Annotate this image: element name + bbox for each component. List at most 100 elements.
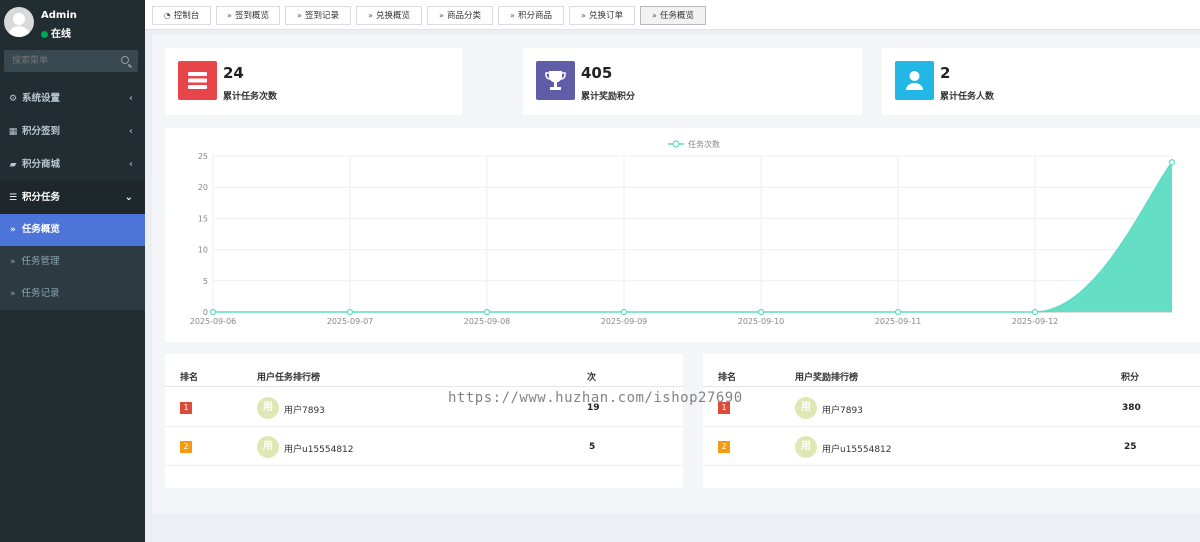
tab-label: 签到概览	[234, 11, 269, 21]
tab-task-overview[interactable]: » 任务概览	[640, 6, 706, 25]
y-tick-label: 15	[198, 214, 208, 223]
table-row: 2 用 用户u15554812 25	[703, 428, 1200, 466]
menu-search	[4, 50, 138, 72]
rank-user: 用户7893	[822, 406, 863, 416]
tab-label: 签到记录	[304, 11, 339, 21]
rank-badge: 2	[718, 441, 730, 453]
tab-label: 兑换概览	[375, 11, 410, 21]
tab-label: 兑换订单	[588, 11, 623, 21]
chevron-left-icon: ‹	[128, 126, 133, 137]
avatar: 用	[257, 397, 279, 419]
data-point	[483, 308, 491, 316]
angle-double-right-icon: »	[10, 257, 16, 267]
stat-value: 405	[581, 64, 613, 82]
stat-value: 2	[940, 64, 951, 82]
series-line	[213, 161, 1173, 313]
col-rank: 排名	[718, 373, 737, 383]
dashboard-icon: ◔	[163, 11, 171, 20]
angle-double-right-icon: »	[439, 11, 444, 20]
rank-user: 用户u15554812	[284, 445, 354, 455]
avatar: 用	[795, 397, 817, 419]
shop-icon: ▰	[9, 160, 17, 170]
tab-checkin-records[interactable]: » 签到记录	[285, 6, 351, 25]
menu-item-points-tasks[interactable]: ☰ 积分任务 ⌄	[0, 181, 145, 214]
user-panel: Admin 在线	[0, 0, 145, 44]
data-point	[346, 308, 354, 316]
angle-double-right-icon: »	[652, 11, 657, 20]
tab-exchange-orders[interactable]: » 兑换订单	[569, 6, 635, 25]
menu-item-label: 积分商城	[22, 159, 61, 170]
chart-svg: 0 5 10 15 20 25 2025-09-06 2025-09-07 2025-09-08…	[190, 139, 1176, 326]
user-status: 在线	[41, 25, 71, 40]
tab-label: 积分商品	[517, 11, 552, 21]
user-name: Admin	[41, 10, 77, 21]
avatar: 用	[795, 436, 817, 458]
tab-bar: ◔ 控制台 » 签到概览 » 签到记录 » 兑换概览 » 商品分类 » 积分商品 » 兑换订单…	[145, 0, 1200, 30]
submenu-item-label: 任务概览	[21, 224, 60, 235]
col-value: 积分	[1121, 373, 1140, 383]
watermark: https://www.huzhan.com/ishop27690	[448, 390, 743, 406]
table-row: 1 用 用户7893 380	[703, 389, 1200, 427]
legend-label: 任务次数	[688, 139, 720, 149]
rank-badge: 2	[180, 441, 192, 453]
angle-double-right-icon: »	[368, 11, 373, 20]
data-point	[1031, 308, 1039, 316]
menu-item-system-settings[interactable]: ⚙ 系统设置 ‹	[0, 82, 145, 115]
tasks-icon: ☰	[8, 193, 18, 203]
avatar[interactable]	[4, 7, 34, 37]
online-dot-icon	[41, 31, 48, 38]
menu-search-input[interactable]	[4, 50, 114, 72]
rank-value: 380	[1122, 403, 1141, 413]
x-tick-label: 2025-09-11	[875, 317, 922, 326]
y-tick-label: 25	[198, 152, 208, 161]
menu-item-points-checkin[interactable]: ▦ 积分签到 ‹	[0, 115, 145, 148]
x-tick-label: 2025-09-12	[1012, 317, 1059, 326]
col-rank: 排名	[180, 373, 199, 383]
tab-product-category[interactable]: » 商品分类	[427, 6, 493, 25]
col-value: 次	[587, 373, 597, 383]
tab-points-products[interactable]: » 积分商品	[498, 6, 564, 25]
stat-card-task-count: 24 累计任务次数	[165, 48, 462, 115]
menu-item-label: 系统设置	[22, 93, 61, 104]
angle-double-right-icon: »	[10, 225, 16, 235]
tab-exchange-overview[interactable]: » 兑换概览	[356, 6, 422, 25]
submenu-item-task-records[interactable]: » 任务记录	[0, 278, 145, 310]
submenu-item-task-overview[interactable]: » 任务概览	[0, 214, 145, 246]
angle-double-right-icon: »	[510, 11, 515, 20]
search-icon[interactable]	[121, 56, 129, 64]
submenu-item-task-management[interactable]: » 任务管理	[0, 246, 145, 278]
rank-user: 用户7893	[284, 406, 325, 416]
data-point	[757, 308, 765, 316]
angle-double-right-icon: »	[581, 11, 586, 20]
stat-label: 累计任务次数	[223, 92, 278, 102]
data-point	[1168, 159, 1176, 166]
chevron-left-icon: ‹	[128, 159, 133, 170]
chevron-left-icon: ‹	[128, 93, 133, 104]
tab-label: 商品分类	[446, 11, 481, 21]
angle-double-right-icon: »	[227, 11, 232, 20]
task-rank-table: 排名 用户任务排行榜 次 1 用 用户7893 19 2 用 用户u155548…	[165, 354, 683, 488]
rank-user: 用户u15554812	[822, 445, 892, 455]
col-user: 用户任务排行榜	[257, 373, 321, 383]
rank-value: 25	[1124, 442, 1137, 452]
tab-dashboard[interactable]: ◔ 控制台	[152, 6, 211, 25]
sidebar-menu: ⚙ 系统设置 ‹ ▦ 积分签到 ‹ ▰ 积分商城 ‹ ☰ 积分任务 ⌄ » 任务概览 » 任…	[0, 82, 145, 310]
col-user: 用户奖励排行榜	[795, 373, 859, 383]
x-tick-label: 2025-09-06	[190, 317, 237, 326]
menu-item-points-mall[interactable]: ▰ 积分商城 ‹	[0, 148, 145, 181]
x-tick-label: 2025-09-08	[464, 317, 511, 326]
menu-item-label: 积分任务	[22, 192, 61, 203]
tab-label: 控制台	[173, 11, 200, 21]
table-header: 排名 用户奖励排行榜 积分	[703, 354, 1200, 387]
y-tick-label: 5	[203, 277, 208, 286]
stat-label: 累计奖励积分	[581, 92, 636, 102]
angle-double-right-icon: »	[297, 11, 302, 20]
gears-icon: ⚙	[8, 94, 18, 104]
menu-item-label: 积分签到	[22, 126, 61, 137]
legend-marker	[672, 140, 680, 148]
data-point	[209, 308, 217, 316]
data-point	[894, 308, 902, 316]
submenu-item-label: 任务管理	[21, 256, 60, 267]
y-tick-label: 10	[198, 246, 208, 255]
tab-checkin-overview[interactable]: » 签到概览	[216, 6, 280, 25]
